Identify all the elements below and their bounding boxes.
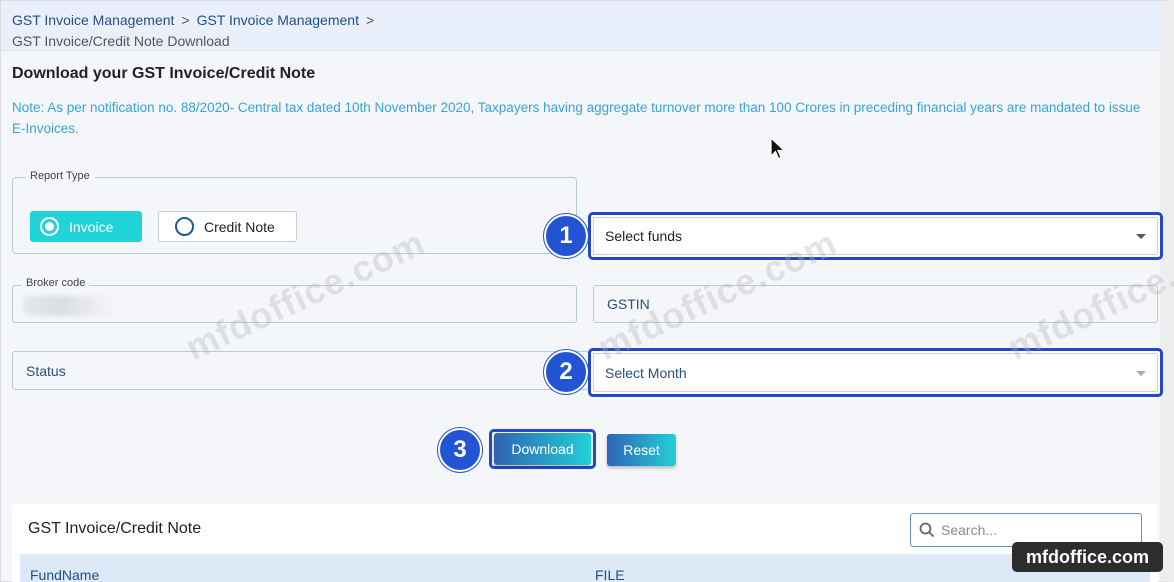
app-frame: GST Invoice Management > GST Invoice Manag… [0, 0, 1174, 582]
mouse-cursor-icon [770, 136, 786, 160]
credit-note-label: Credit Note [204, 218, 275, 235]
column-header-file[interactable]: FILE [595, 567, 625, 582]
chevron-down-icon [1136, 370, 1146, 376]
breadcrumb-current: GST Invoice/Credit Note Download [12, 33, 230, 49]
status-field[interactable]: Status [12, 351, 589, 390]
credit-note-radio-button[interactable]: Credit Note [158, 211, 297, 242]
invoice-table-card: GST Invoice/Credit Note FundName FILE [12, 504, 1158, 582]
report-type-label: Report Type [25, 170, 95, 182]
gstin-field[interactable]: GSTIN [593, 285, 1158, 323]
invoice-label: Invoice [69, 218, 114, 235]
breadcrumb-item-2[interactable]: GST Invoice Management [197, 12, 359, 28]
step-badge-3: 3 [438, 428, 482, 472]
radio-checked-icon [40, 217, 59, 236]
step-badge-1: 1 [544, 214, 588, 258]
select-month-dropdown[interactable]: Select Month [588, 348, 1163, 397]
reset-button[interactable]: Reset [607, 434, 676, 466]
table-header-row: FundName FILE [20, 554, 1150, 582]
breadcrumb: GST Invoice Management > GST Invoice Manag… [1, 1, 1161, 51]
invoice-radio-button[interactable]: Invoice [30, 211, 142, 242]
page-title: Download your GST Invoice/Credit Note [12, 65, 316, 82]
broker-code-field[interactable]: Broker code [12, 277, 577, 323]
brand-badge: mfdoffice.com [1012, 542, 1163, 572]
table-title: GST Invoice/Credit Note [28, 520, 202, 537]
gstin-placeholder: GSTIN [607, 296, 650, 312]
select-month-text: Select Month [605, 364, 687, 381]
broker-code-label: Broker code [22, 277, 90, 289]
redacted-broker-code [23, 296, 118, 316]
step-badge-2: 2 [544, 350, 588, 394]
e-invoice-note: Note: As per notification no. 88/2020- C… [12, 100, 1141, 136]
download-button[interactable]: Download [494, 433, 591, 465]
status-placeholder: Status [26, 362, 66, 379]
breadcrumb-separator: > [365, 12, 375, 28]
search-input[interactable] [941, 522, 1131, 538]
search-icon [919, 522, 935, 538]
radio-unchecked-icon [175, 217, 194, 236]
select-funds-text: Select funds [605, 228, 683, 244]
chevron-down-icon [1136, 234, 1146, 239]
breadcrumb-separator: > [181, 12, 190, 28]
select-funds-dropdown[interactable]: Select funds [588, 212, 1163, 260]
report-type-group: Report Type Invoice Credit Note [12, 170, 577, 254]
column-header-fundname[interactable]: FundName [30, 567, 99, 582]
breadcrumb-item-1[interactable]: GST Invoice Management [12, 12, 174, 28]
